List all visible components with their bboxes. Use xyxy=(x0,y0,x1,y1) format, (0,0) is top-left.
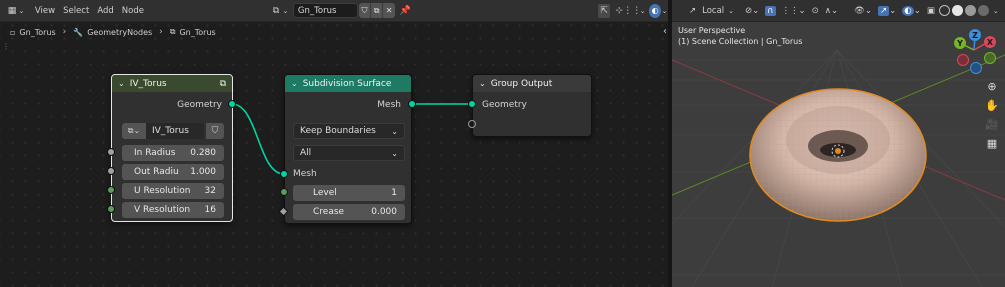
chevron-down-icon[interactable]: ⌄ xyxy=(990,3,1002,19)
node-tree-type-icon[interactable]: ⧉⌄ xyxy=(122,123,146,139)
field-value: 32 xyxy=(204,186,216,196)
shield-icon[interactable]: ⛉ xyxy=(206,123,224,139)
overlays-icon[interactable]: ◐ ⌄ xyxy=(899,3,924,19)
node-editor[interactable]: ▦ ⌄ View Select Add Node ⧉ ⌄ Gn_Torus ⛉ … xyxy=(0,0,668,287)
socket-group-output-geometry-in[interactable] xyxy=(468,100,476,108)
shading-rendered-icon[interactable] xyxy=(977,5,989,16)
uv-smooth-dropdown[interactable]: Keep Boundaries ⌄ xyxy=(293,123,405,139)
input-crease[interactable]: Crease 0.000 xyxy=(293,204,405,220)
view-name: User Perspective xyxy=(678,26,746,35)
gizmo-neg-x-axis[interactable] xyxy=(957,54,969,66)
node-iv-torus-output-row: Geometry xyxy=(177,97,222,113)
socket-out-radius[interactable] xyxy=(107,167,115,175)
node-group-output-input-row: Geometry xyxy=(482,97,527,113)
dropdown-value: Keep Boundaries xyxy=(300,126,376,136)
xray-icon[interactable]: ▣ xyxy=(924,3,938,19)
gizmo-neg-y-axis[interactable] xyxy=(984,52,996,64)
gizmo-z-axis[interactable]: Z xyxy=(969,29,981,41)
node-subdivision-output-row: Mesh xyxy=(377,97,401,113)
input-v-resolution[interactable]: V Resolution 16 xyxy=(122,202,224,218)
socket-subdivision-mesh-out[interactable] xyxy=(408,100,416,108)
collapse-chevron-icon[interactable]: ⌄ xyxy=(479,79,486,88)
node-subdivision-title: Subdivision Surface xyxy=(302,78,392,89)
output-mesh-label: Mesh xyxy=(377,100,401,110)
node-group-name[interactable]: IV_Torus xyxy=(146,123,204,139)
snap-element-icon[interactable]: ⋮⋮⌄ xyxy=(779,3,809,19)
shading-solid-icon[interactable] xyxy=(951,5,963,16)
snap-toggle-icon[interactable]: ∩ xyxy=(762,3,778,19)
socket-group-output-empty[interactable] xyxy=(468,120,476,128)
node-iv-torus[interactable]: ⌄ IV_Torus ⧉ Geometry ⧉⌄ IV_Torus ⛉ In R… xyxy=(111,74,233,222)
input-u-resolution[interactable]: U Resolution 32 xyxy=(122,183,224,199)
shading-wireframe-icon[interactable] xyxy=(938,5,950,16)
gizmo-x-axis[interactable]: X xyxy=(984,36,996,48)
node-iv-torus-title: IV_Torus xyxy=(129,78,167,89)
shading-material-icon[interactable] xyxy=(964,5,976,16)
input-mesh-label: Mesh xyxy=(293,169,317,179)
gizmo-y-axis[interactable]: Y xyxy=(954,37,966,49)
chevron-down-icon: ⌄ xyxy=(391,126,398,136)
hand-pan-icon[interactable]: ✋ xyxy=(984,97,1000,113)
dropdown-value: All xyxy=(300,148,312,158)
field-label: V Resolution xyxy=(134,205,191,215)
socket-torus-geometry-out[interactable] xyxy=(228,100,236,108)
collapse-chevron-icon[interactable]: ⌄ xyxy=(291,79,298,88)
field-value: 16 xyxy=(204,205,216,215)
field-label: Out Radiu xyxy=(134,167,179,177)
proportional-edit-icon[interactable]: ⊙ xyxy=(809,3,822,19)
socket-level[interactable] xyxy=(280,188,288,196)
camera-icon[interactable]: 🎥 xyxy=(984,116,1000,132)
socket-v-resolution[interactable] xyxy=(107,205,115,213)
socket-subdivision-mesh-in[interactable] xyxy=(280,170,288,178)
viewport-header: ↗ Local ⌄ ⊘⌄ ∩ ⋮⋮⌄ ⊙ ∧⌄ 👁⌄ ↗ ⌄ ◐ ⌄ ▣ ⌄ xyxy=(672,0,1005,22)
input-geometry-label: Geometry xyxy=(482,100,527,110)
input-level[interactable]: Level 1 xyxy=(293,185,405,201)
node-subdivision-surface[interactable]: ⌄ Subdivision Surface Mesh Keep Boundari… xyxy=(284,74,412,224)
chevron-left-icon[interactable]: ‹ xyxy=(663,26,667,37)
field-value: 0.000 xyxy=(371,207,397,217)
boundary-smooth-dropdown[interactable]: All ⌄ xyxy=(293,145,405,161)
zoom-icon[interactable]: ⊕ xyxy=(984,78,1000,94)
output-geometry-label: Geometry xyxy=(177,100,222,110)
3d-viewport[interactable]: ↗ Local ⌄ ⊘⌄ ∩ ⋮⋮⌄ ⊙ ∧⌄ 👁⌄ ↗ ⌄ ◐ ⌄ ▣ ⌄ Use… xyxy=(672,0,1005,287)
input-in-radius[interactable]: In Radius 0.280 xyxy=(122,145,224,161)
collapse-chevron-icon[interactable]: ⌄ xyxy=(118,79,125,88)
node-group-output-title: Group Output xyxy=(490,78,553,89)
socket-in-radius[interactable] xyxy=(107,148,115,156)
chevron-down-icon: ⌄ xyxy=(391,148,398,158)
node-subdivision-input-row: Mesh xyxy=(293,166,317,182)
field-label: Crease xyxy=(313,207,345,217)
node-group-output-header[interactable]: ⌄ Group Output xyxy=(473,75,591,92)
chevron-down-icon[interactable]: ⌄ xyxy=(727,3,742,19)
field-label: Level xyxy=(313,188,337,198)
transform-orientation-dropdown[interactable]: Local xyxy=(699,3,727,19)
pivot-point-icon[interactable]: ⊘⌄ xyxy=(742,3,762,19)
field-value: 1.000 xyxy=(190,167,216,177)
field-value: 0.280 xyxy=(190,148,216,158)
link-torus-to-subdivision xyxy=(231,103,285,175)
collection-object-label: (1) Scene Collection | Gn_Torus xyxy=(678,37,803,46)
socket-u-resolution[interactable] xyxy=(107,186,115,194)
torus-object xyxy=(749,88,927,222)
falloff-icon[interactable]: ∧⌄ xyxy=(822,3,841,19)
viewport-info: User Perspective (1) Scene Collection | … xyxy=(678,25,802,47)
gizmo-toggle-icon[interactable]: ↗ ⌄ xyxy=(875,3,899,19)
node-subdivision-header[interactable]: ⌄ Subdivision Surface xyxy=(285,75,411,92)
navigation-gizmo[interactable]: Z Y X xyxy=(948,26,1004,78)
field-value: 1 xyxy=(391,188,397,198)
node-group-output[interactable]: ⌄ Group Output Geometry xyxy=(472,74,592,137)
field-label: U Resolution xyxy=(134,186,191,196)
node-group-icon: ⧉ xyxy=(219,78,226,89)
gizmo-neg-z-axis[interactable] xyxy=(970,62,982,74)
input-out-radius[interactable]: Out Radiu 1.000 xyxy=(122,164,224,180)
grid-projection-icon[interactable]: ▦ xyxy=(984,135,1000,151)
node-iv-torus-header[interactable]: ⌄ IV_Torus ⧉ xyxy=(112,75,232,92)
field-label: In Radius xyxy=(134,148,176,158)
node-group-selector[interactable]: ⧉⌄ IV_Torus ⛉ xyxy=(122,123,224,139)
visibility-icon[interactable]: 👁⌄ xyxy=(851,3,875,19)
transform-orientation-icon[interactable]: ↗ xyxy=(686,3,699,19)
